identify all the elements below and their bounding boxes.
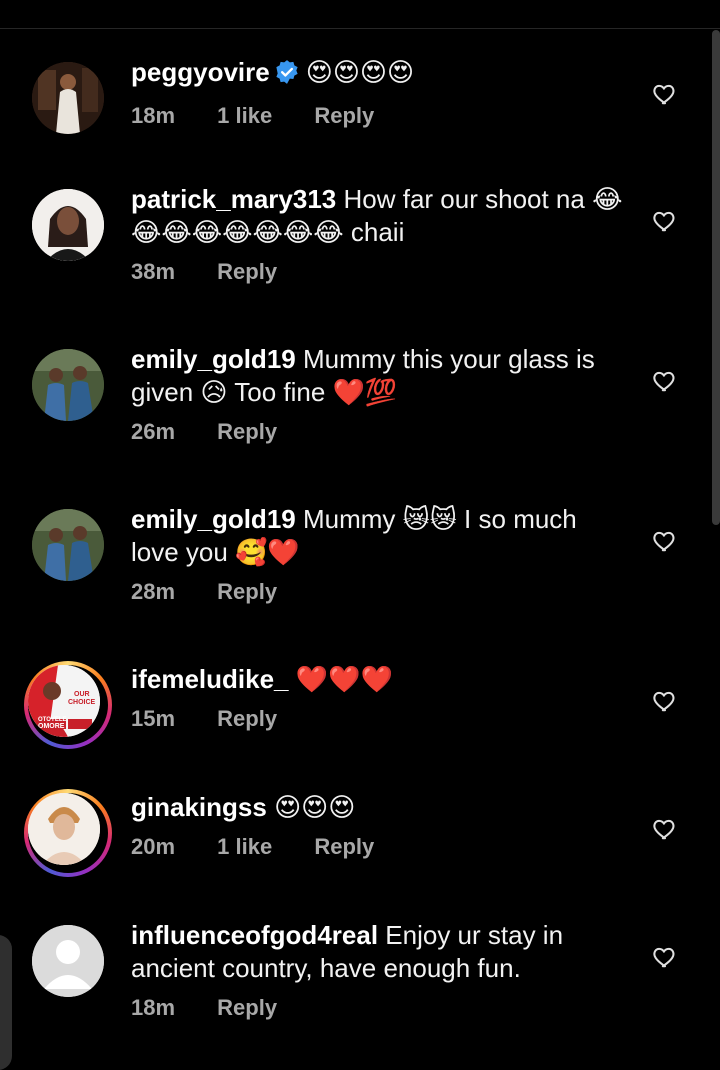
heart-outline-icon[interactable] [652,688,678,714]
comment-username[interactable]: emily_gold19 [131,504,296,534]
default-avatar-icon [32,925,104,997]
avatar-logo-text: CHOICE [68,699,96,706]
comment-username[interactable]: influenceofgod4real [131,920,378,950]
comment-body: ❤️❤️❤️ [295,664,393,694]
side-edge-handle[interactable] [0,935,12,1070]
comment-meta: 20m 1 like Reply [131,834,626,860]
comment-time: 28m [131,579,176,604]
top-divider [0,28,720,29]
comment-time: 26m [131,419,176,444]
story-ring[interactable] [24,789,112,877]
comment-body: 😍😍😍😍 [305,57,415,87]
heart-outline-icon[interactable] [652,208,678,234]
heart-outline-icon[interactable] [652,81,678,107]
avatar[interactable] [32,925,104,997]
reply-button[interactable]: Reply [217,706,277,731]
verified-badge-icon [274,59,300,93]
heart-outline-icon[interactable] [652,528,678,554]
comment-meta: 26m Reply [131,419,626,445]
comment-text: patrick_mary313 How far our shoot na 😂😂😂… [131,183,626,249]
comment-text: peggyovire 😍😍😍😍 [131,56,626,93]
scrollbar[interactable] [712,30,720,525]
avatar[interactable] [32,62,104,134]
comment-time: 18m [131,103,176,128]
heart-outline-icon[interactable] [652,944,678,970]
comment-username[interactable]: ginakingss [131,792,267,822]
reply-button[interactable]: Reply [314,834,374,859]
avatar[interactable] [32,349,104,421]
comment-text: ginakingss 😍😍😍 [131,791,626,824]
comment-username[interactable]: peggyovire [131,57,270,87]
story-ring[interactable]: OUR CHOICE OTOYELE OMORE [24,661,112,749]
comment-text: emily_gold19 Mummy 😿😿 I so much love you… [131,503,626,569]
like-count[interactable]: 1 like [217,834,272,859]
avatar[interactable] [32,509,104,581]
comment-meta: 18m 1 like Reply [131,103,626,129]
avatar[interactable] [32,189,104,261]
comment-username[interactable]: ifemeludike_ [131,664,289,694]
comment-text: emily_gold19 Mummy this your glass is gi… [131,343,626,409]
comment-meta: 18m Reply [131,995,626,1021]
avatar-logo-text: OUR [74,691,90,698]
comment-meta: 28m Reply [131,579,626,605]
comment-time: 38m [131,259,176,284]
comment-time: 15m [131,706,176,731]
reply-button[interactable]: Reply [217,259,277,284]
avatar[interactable]: OUR CHOICE OTOYELE OMORE [28,665,100,737]
comment-time: 20m [131,834,176,859]
comment-text: influenceofgod4real Enjoy ur stay in anc… [131,919,626,985]
reply-button[interactable]: Reply [217,579,277,604]
heart-outline-icon[interactable] [652,816,678,842]
comment-time: 18m [131,995,176,1020]
comment-text: ifemeludike_ ❤️❤️❤️ [131,663,626,696]
reply-button[interactable]: Reply [314,103,374,128]
avatar-logo-text: OMORE [38,723,65,730]
comment-meta: 15m Reply [131,706,626,732]
like-count[interactable]: 1 like [217,103,272,128]
heart-outline-icon[interactable] [652,368,678,394]
comment-body: 😍😍😍 [274,792,356,822]
comment-username[interactable]: patrick_mary313 [131,184,336,214]
reply-button[interactable]: Reply [217,419,277,444]
reply-button[interactable]: Reply [217,995,277,1020]
avatar[interactable] [28,793,100,865]
comment-meta: 38m Reply [131,259,626,285]
comment-username[interactable]: emily_gold19 [131,344,296,374]
